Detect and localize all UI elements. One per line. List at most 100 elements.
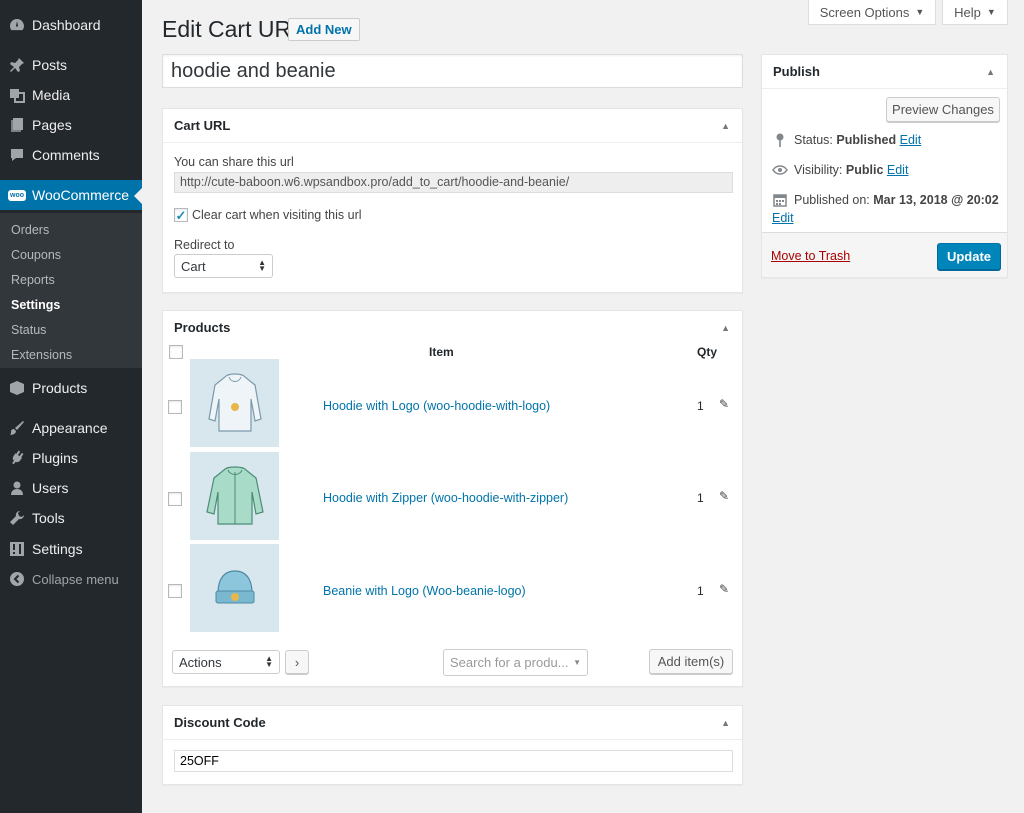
row-checkbox[interactable]: [168, 400, 182, 414]
status-value: Published: [836, 133, 897, 147]
edit-visibility-link[interactable]: Edit: [887, 163, 909, 177]
calendar-icon: [772, 193, 788, 207]
row-qty: 1: [697, 491, 704, 505]
row-checkbox[interactable]: [168, 584, 182, 598]
collapse-toggle-icon[interactable]: ▲: [721, 718, 730, 728]
screen-options-button[interactable]: Screen Options ▼: [808, 0, 936, 25]
products-box-header[interactable]: Products ▲: [163, 311, 742, 344]
published-on-row: Published on: Mar 13, 2018 @ 20:02: [772, 193, 999, 207]
edit-status-link[interactable]: Edit: [900, 133, 922, 147]
redirect-select-value: Cart: [181, 258, 206, 274]
add-new-button[interactable]: Add New: [288, 18, 360, 41]
menu-media[interactable]: Media: [0, 80, 142, 110]
collapse-toggle-icon[interactable]: ▲: [721, 121, 730, 131]
menu-appearance-label: Appearance: [32, 420, 108, 436]
share-url-label: You can share this url: [174, 155, 294, 169]
help-button[interactable]: Help ▼: [942, 0, 1008, 25]
product-link[interactable]: Hoodie with Logo (woo-hoodie-with-logo): [323, 399, 550, 413]
pin-icon: [9, 57, 25, 73]
pencil-icon[interactable]: ✎: [719, 397, 729, 411]
pencil-icon[interactable]: ✎: [719, 582, 729, 596]
menu-plugins[interactable]: Plugins: [0, 443, 142, 473]
menu-products[interactable]: Products: [0, 373, 142, 403]
menu-users-label: Users: [32, 480, 69, 496]
menu-appearance[interactable]: Appearance: [0, 413, 142, 443]
pin-icon: [772, 133, 788, 147]
menu-users[interactable]: Users: [0, 473, 142, 503]
clear-cart-option: Clear cart when visiting this url: [174, 208, 362, 222]
cart-url-box-header[interactable]: Cart URL ▲: [163, 109, 742, 143]
collapse-toggle-icon[interactable]: ▲: [721, 323, 730, 333]
screen-options-label: Screen Options: [819, 4, 910, 20]
collapse-toggle-icon[interactable]: ▲: [986, 67, 995, 77]
discount-code-input[interactable]: [174, 750, 733, 772]
brush-icon: [9, 420, 25, 436]
column-header-item: Item: [429, 345, 454, 359]
menu-tools[interactable]: Tools: [0, 503, 142, 533]
admin-sidebar: Dashboard Posts Media Pages Comments woo…: [0, 0, 142, 813]
submenu-coupons[interactable]: Coupons: [11, 248, 61, 262]
sliders-icon: [9, 541, 25, 557]
menu-dashboard[interactable]: Dashboard: [0, 10, 142, 40]
menu-comments[interactable]: Comments: [0, 140, 142, 170]
submenu-status[interactable]: Status: [11, 323, 46, 337]
submenu-settings[interactable]: Settings: [11, 298, 60, 312]
update-button[interactable]: Update: [937, 243, 1001, 270]
move-to-trash-link[interactable]: Move to Trash: [771, 249, 850, 263]
add-items-button[interactable]: Add item(s): [649, 649, 733, 674]
collapse-icon: [9, 571, 25, 587]
user-icon: [9, 480, 25, 496]
product-link[interactable]: Beanie with Logo (Woo-beanie-logo): [323, 584, 526, 598]
clear-cart-checkbox[interactable]: [174, 208, 188, 222]
woo-icon: woo: [8, 187, 26, 203]
column-header-qty: Qty: [697, 345, 718, 359]
menu-pages[interactable]: Pages: [0, 110, 142, 140]
status-label: Status:: [794, 133, 833, 147]
menu-posts-label: Posts: [32, 57, 68, 73]
products-box: Products ▲ Item Qty Hoodie with Logo (wo…: [162, 310, 743, 687]
plug-icon: [9, 450, 25, 466]
dashboard-icon: [9, 17, 25, 33]
row-checkbox[interactable]: [168, 492, 182, 506]
publish-box-header[interactable]: Publish ▲: [762, 55, 1007, 89]
product-search-placeholder: Search for a produ...: [450, 655, 569, 670]
redirect-label: Redirect to: [174, 238, 235, 252]
menu-pages-label: Pages: [32, 117, 72, 133]
menu-posts[interactable]: Posts: [0, 50, 142, 80]
menu-woocommerce[interactable]: woo WooCommerce: [0, 180, 142, 210]
product-search-select[interactable]: Search for a produ... ▼: [443, 649, 588, 676]
cart-url-heading: Cart URL: [174, 118, 231, 133]
discount-code-box: Discount Code ▲: [162, 705, 743, 785]
pencil-icon[interactable]: ✎: [719, 489, 729, 503]
publish-heading: Publish: [773, 64, 820, 79]
select-arrows-icon: ▲ ▼: [258, 258, 266, 273]
discount-box-header[interactable]: Discount Code ▲: [163, 706, 742, 740]
select-arrows-icon: ▲ ▼: [265, 654, 273, 669]
collapse-menu[interactable]: Collapse menu: [0, 564, 142, 594]
product-link[interactable]: Hoodie with Zipper (woo-hoodie-with-zipp…: [323, 491, 568, 505]
beanie-logo-thumbnail: [190, 544, 279, 632]
media-icon: [9, 87, 25, 103]
redirect-select[interactable]: Cart ▲ ▼: [174, 254, 273, 278]
submenu-reports[interactable]: Reports: [11, 273, 55, 287]
pages-icon: [9, 117, 25, 133]
menu-media-label: Media: [32, 87, 71, 103]
preview-changes-button[interactable]: Preview Changes: [886, 97, 1000, 122]
post-title-input[interactable]: [162, 54, 743, 88]
edit-date-link[interactable]: Edit: [772, 211, 794, 225]
visibility-row: Visibility: Public Edit: [772, 163, 908, 177]
share-url-field[interactable]: http://cute-baboon.w6.wpsandbox.pro/add_…: [174, 172, 733, 193]
apply-actions-button[interactable]: ›: [285, 650, 309, 674]
comment-icon: [9, 147, 25, 163]
menu-settings[interactable]: Settings: [0, 534, 142, 564]
published-on-value: Mar 13, 2018 @ 20:02: [873, 193, 999, 207]
woocommerce-submenu: Orders Coupons Reports Settings Status E…: [0, 213, 142, 368]
caret-down-icon: ▼: [986, 7, 996, 17]
bulk-actions-select[interactable]: Actions ▲ ▼: [172, 650, 280, 674]
help-label: Help: [954, 4, 981, 20]
submenu-orders[interactable]: Orders: [11, 223, 49, 237]
submenu-extensions[interactable]: Extensions: [11, 348, 72, 362]
row-qty: 1: [697, 399, 704, 413]
select-all-checkbox[interactable]: [169, 345, 183, 359]
page-title: Edit Cart URL: [162, 16, 304, 42]
